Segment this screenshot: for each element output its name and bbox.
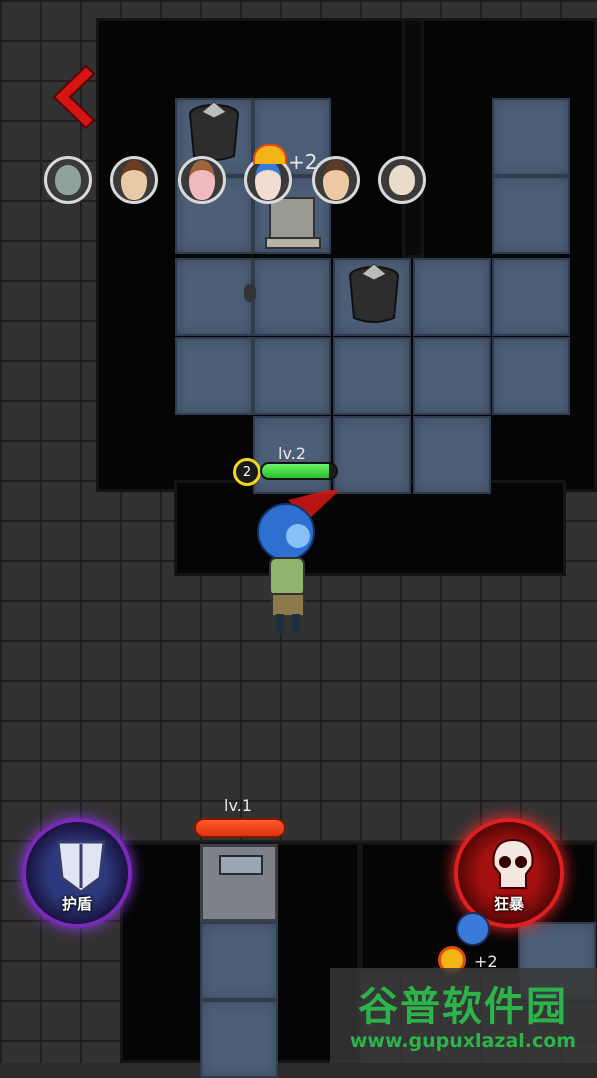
floor-tile [492, 258, 570, 336]
floor-tile [333, 337, 411, 415]
watermark-name: 谷普软件园 [358, 984, 568, 1030]
player-level-label: lv.2 [278, 444, 306, 463]
door-window [219, 855, 263, 875]
rage-skill-label: 狂暴 [493, 895, 524, 913]
rock-item [244, 284, 256, 302]
floor-tile [413, 337, 491, 415]
floor-tile [200, 1000, 278, 1078]
sunglasses-brown-hair-avatar[interactable] [110, 156, 158, 204]
bald-glasses-avatar[interactable] [378, 156, 426, 204]
floor-tile [253, 258, 331, 336]
extra-count-top: +2 [288, 150, 318, 174]
floor-tile [492, 337, 570, 415]
bucket-obstacle [349, 263, 399, 323]
player-health-fill [262, 464, 329, 478]
floor-tile [175, 337, 253, 415]
floor-tile [413, 258, 491, 336]
pink-face-avatar[interactable] [178, 156, 226, 204]
brown-hair-survivor-avatar[interactable] [312, 156, 360, 204]
floor-tile [413, 416, 491, 494]
bucket-obstacle [189, 101, 239, 161]
player-character[interactable] [248, 490, 348, 640]
back-button[interactable] [46, 62, 96, 132]
floor-tile [253, 337, 331, 415]
room-wall-lower [174, 480, 566, 576]
shield-icon [56, 840, 106, 894]
shield-skill-button[interactable]: 护盾 [22, 818, 132, 928]
skull-icon [492, 838, 534, 889]
floor-tile [333, 416, 411, 494]
shield-skill-label: 护盾 [61, 895, 92, 913]
team-avatar-row [44, 156, 444, 208]
player-coin-badge: 2 [233, 458, 261, 486]
player-health-bar [260, 462, 338, 480]
door-level-label: lv.1 [224, 796, 252, 815]
floor-tile [175, 258, 253, 336]
door-health-bar [194, 818, 286, 838]
back-arrow-icon [52, 64, 96, 130]
metal-door[interactable] [200, 844, 278, 922]
floor-tile [492, 98, 570, 176]
small-character [456, 912, 490, 946]
floor-tile [492, 176, 570, 254]
divider-wall [402, 18, 424, 258]
team-coin-icon [253, 144, 287, 164]
green-haired-survivor-avatar[interactable] [44, 156, 92, 204]
watermark-url: www.gupuxlazal.com [349, 1030, 577, 1052]
floor-tile [200, 922, 278, 1000]
